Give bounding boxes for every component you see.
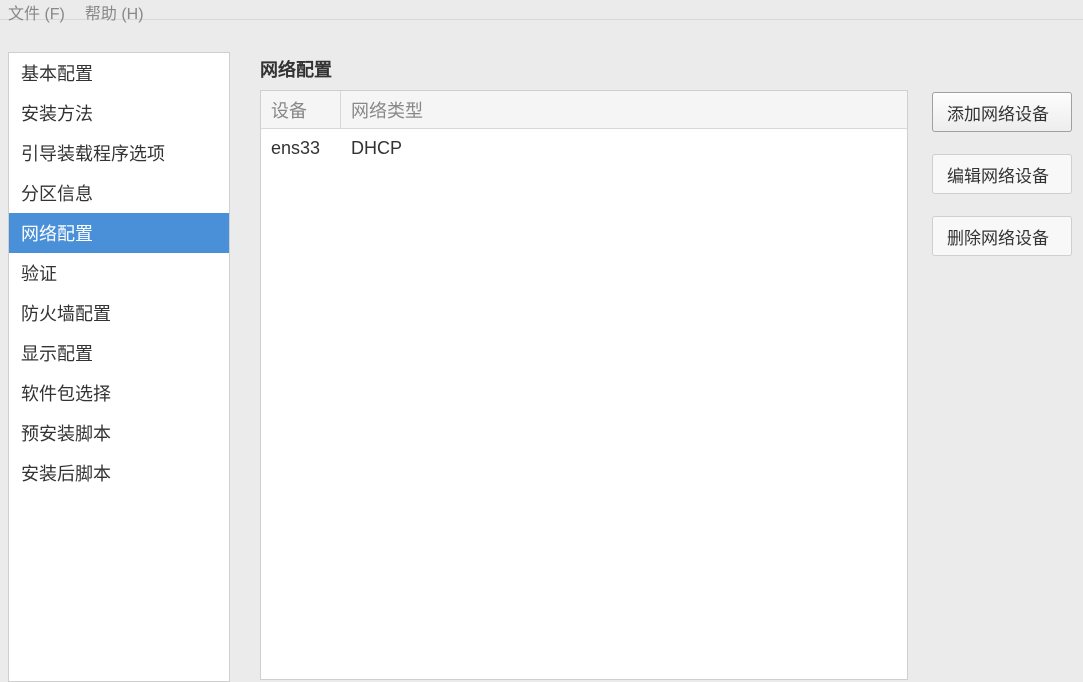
- delete-network-device-button[interactable]: 删除网络设备: [932, 216, 1072, 256]
- sidebar-item-label: 显示配置: [21, 340, 93, 366]
- page-title: 网络配置: [260, 52, 1083, 90]
- cell-type: DHCP: [341, 129, 907, 167]
- sidebar-item-label: 引导装载程序选项: [21, 140, 165, 166]
- sidebar-item-label: 预安装脚本: [21, 420, 111, 446]
- network-device-table: 设备 网络类型 ens33 DHCP: [260, 90, 908, 680]
- sidebar-item-preinstall-script[interactable]: 预安装脚本: [9, 413, 229, 453]
- sidebar-item-partition-info[interactable]: 分区信息: [9, 173, 229, 213]
- sidebar-item-package-selection[interactable]: 软件包选择: [9, 373, 229, 413]
- sidebar-item-postinstall-script[interactable]: 安装后脚本: [9, 453, 229, 493]
- menu-file[interactable]: 文件 (F): [8, 0, 65, 24]
- sidebar-item-label: 验证: [21, 260, 57, 286]
- sidebar-item-label: 安装后脚本: [21, 460, 111, 486]
- edit-network-device-button[interactable]: 编辑网络设备: [932, 154, 1072, 194]
- action-buttons: 添加网络设备 编辑网络设备 删除网络设备: [932, 90, 1072, 680]
- add-network-device-button[interactable]: 添加网络设备: [932, 92, 1072, 132]
- sidebar-item-label: 网络配置: [21, 220, 93, 246]
- main-container: 基本配置 安装方法 引导装载程序选项 分区信息 网络配置 验证 防火墙配置 显示…: [0, 24, 1083, 682]
- button-label: 删除网络设备: [947, 224, 1049, 249]
- sidebar-item-authentication[interactable]: 验证: [9, 253, 229, 293]
- sidebar-item-install-method[interactable]: 安装方法: [9, 93, 229, 133]
- button-label: 编辑网络设备: [947, 162, 1049, 187]
- sidebar-item-basic-config[interactable]: 基本配置: [9, 53, 229, 93]
- sidebar-item-label: 软件包选择: [21, 380, 111, 406]
- sidebar: 基本配置 安装方法 引导装载程序选项 分区信息 网络配置 验证 防火墙配置 显示…: [8, 52, 230, 682]
- sidebar-item-label: 防火墙配置: [21, 300, 111, 326]
- table-row[interactable]: ens33 DHCP: [261, 129, 907, 167]
- menu-help[interactable]: 帮助 (H): [85, 0, 144, 24]
- sidebar-item-label: 分区信息: [21, 180, 93, 206]
- sidebar-item-label: 基本配置: [21, 60, 93, 86]
- sidebar-item-bootloader-options[interactable]: 引导装载程序选项: [9, 133, 229, 173]
- main-body: 设备 网络类型 ens33 DHCP 添加网络设备 编辑网络设备 删除网络设备: [260, 90, 1083, 680]
- sidebar-item-firewall-config[interactable]: 防火墙配置: [9, 293, 229, 333]
- column-header-type[interactable]: 网络类型: [341, 91, 907, 128]
- button-label: 添加网络设备: [947, 100, 1049, 125]
- sidebar-item-network-config[interactable]: 网络配置: [9, 213, 229, 253]
- sidebar-item-display-config[interactable]: 显示配置: [9, 333, 229, 373]
- sidebar-item-label: 安装方法: [21, 100, 93, 126]
- menubar: 文件 (F) 帮助 (H): [0, 0, 1083, 20]
- column-header-device[interactable]: 设备: [261, 91, 341, 128]
- table-header: 设备 网络类型: [261, 91, 907, 129]
- main-panel: 网络配置 设备 网络类型 ens33 DHCP 添加网络设备 编辑网络设备: [260, 52, 1083, 682]
- cell-device: ens33: [261, 129, 341, 167]
